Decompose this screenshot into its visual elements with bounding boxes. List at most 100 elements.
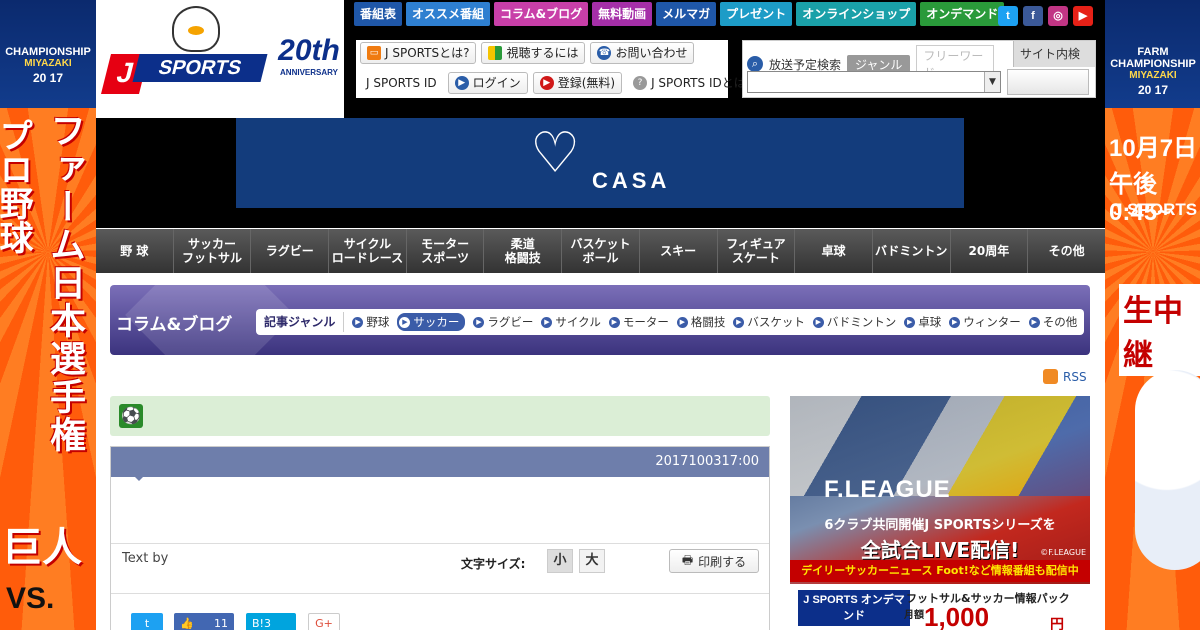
article-genre-bar: 記事ジャンル ▶ 野球 ▶ サッカー ▶ ラグビー ▶ サイクル ▶ モーター ▶ 格闘技 ▶ バスケット… <box>256 309 1084 335</box>
howto-link[interactable]: 視聴するには <box>481 42 586 64</box>
contact-link[interactable]: ☎ お問い合わせ <box>590 42 695 64</box>
category-nav-item[interactable]: バスケット ボール <box>562 229 640 273</box>
right-side-banner[interactable]: FARM CHAMPIONSHIP MIYAZAKI 20 17 10月7日 午… <box>1105 0 1200 630</box>
youtube-icon[interactable]: ▶ <box>1073 6 1093 26</box>
genre-link[interactable]: ▶ サイクル <box>541 314 601 330</box>
google-plus-button[interactable]: G+ <box>308 613 340 630</box>
banner-event-logo: CHAMPIONSHIP MIYAZAKI 20 17 <box>0 0 96 108</box>
category-nav-item[interactable]: 野 球 <box>96 229 174 273</box>
genre-link[interactable]: ▶ ラグビー <box>473 314 533 330</box>
divider <box>111 543 769 544</box>
banner-place-text: MIYAZAKI <box>24 58 72 69</box>
genre-link[interactable]: ▶ 野球 <box>352 314 389 330</box>
category-nav-item[interactable]: スキー <box>640 229 718 273</box>
banner-team-name: 巨人 <box>2 525 82 571</box>
top-nav-item[interactable]: オンラインショップ <box>796 2 917 26</box>
play-arrow-icon: ▶ <box>473 316 485 328</box>
category-nav-item[interactable]: サイクル ロードレース <box>329 229 407 273</box>
search-box: ⌕ 放送予定検索 ジャンル フリーワード サイト内検索 ▼ <box>742 40 1096 98</box>
fleague-ad[interactable]: F.LEAGUE 6クラブ共同開催J SPORTSシリーズを 全試合LIVE配信… <box>790 396 1090 630</box>
genre-link[interactable]: ▶ モーター <box>608 314 669 330</box>
fleague-logo: F.LEAGUE <box>824 476 951 503</box>
top-nav-item[interactable]: オンデマンド <box>920 2 1005 26</box>
casa-heart-icon: ♡ <box>530 121 581 186</box>
genre-link[interactable]: ▶ 卓球 <box>904 314 941 330</box>
register-button[interactable]: ▶ 登録(無料) <box>532 72 623 94</box>
about-link[interactable]: ▭ J SPORTSとは? <box>360 42 477 64</box>
login-arrow-icon: ▶ <box>454 76 469 90</box>
ad-per-month: 月額 <box>904 610 924 621</box>
genre-link-label: 格闘技 <box>690 315 726 329</box>
category-nav-item[interactable]: 卓球 <box>795 229 873 273</box>
category-nav-item[interactable]: フィギュア スケート <box>718 229 796 273</box>
site-search-tab[interactable]: サイト内検索 <box>1013 41 1095 87</box>
category-nav-item[interactable]: サッカー フットサル <box>174 229 252 273</box>
instagram-icon[interactable]: ◎ <box>1048 6 1068 26</box>
facebook-icon[interactable]: f <box>1023 6 1043 26</box>
left-side-banner[interactable]: CHAMPIONSHIP MIYAZAKI 20 17 プロ野球 ファーム日本選… <box>0 0 96 630</box>
contact-link-label: お問い合わせ <box>615 46 688 60</box>
hatena-count: B!3 <box>252 616 271 630</box>
play-arrow-icon: ▶ <box>608 316 620 328</box>
top-nav-item[interactable]: メルマガ <box>656 2 717 26</box>
id-about-link[interactable]: ? J SPORTS IDとは <box>627 72 752 94</box>
print-button[interactable]: 🖶 印刷する <box>669 549 759 573</box>
anniversary-number: 20th <box>278 34 340 67</box>
register-label: 登録(無料) <box>557 76 616 90</box>
category-nav-item[interactable]: 柔道 格闘技 <box>484 229 563 273</box>
genre-link[interactable]: ▶ バドミントン <box>812 314 896 330</box>
logo-area[interactable]: J SPORTS 20th ANNIVERSARY <box>96 0 344 118</box>
login-label: ログイン <box>472 76 521 90</box>
genre-link[interactable]: ▶ ウィンター <box>949 314 1021 330</box>
category-nav-item[interactable]: その他 <box>1028 229 1105 273</box>
category-nav-item[interactable]: モーター スポーツ <box>407 229 485 273</box>
mascot-image <box>1135 370 1200 570</box>
beginner-icon <box>488 46 503 60</box>
category-nav-item[interactable]: 20周年 <box>951 229 1029 273</box>
play-arrow-icon: ▶ <box>904 316 916 328</box>
category-nav-item[interactable]: バドミントン <box>873 229 951 273</box>
mascot-bird-icon <box>172 6 220 52</box>
print-label: 印刷する <box>698 554 747 569</box>
id-about-label: J SPORTS IDとは <box>651 76 746 90</box>
register-arrow-icon: ▶ <box>539 76 554 90</box>
banner-vs-text: VS. <box>6 582 55 615</box>
login-button[interactable]: ▶ ログイン <box>447 72 528 94</box>
top-nav-item[interactable]: コラム&ブログ <box>494 2 589 26</box>
genre-link-label: 野球 <box>366 315 390 329</box>
search-submit-button[interactable] <box>1007 69 1089 95</box>
article-date: 2017100317:00 <box>111 447 769 477</box>
top-nav-item[interactable]: 番組表 <box>354 2 403 26</box>
header-pointer <box>133 475 145 481</box>
help-icon: ? <box>633 76 648 90</box>
genre-link-label: 卓球 <box>918 315 942 329</box>
rss-label: RSS <box>1063 369 1087 384</box>
tweet-button[interactable]: t <box>131 613 163 630</box>
banner-title-line1: プロ野球 <box>0 118 33 254</box>
banner-event-text: FARM CHAMPIONSHIP <box>1110 46 1196 70</box>
like-button[interactable]: 👍 11 <box>174 613 234 630</box>
font-large-button[interactable]: 大 <box>579 549 605 573</box>
ad-line-1: 6クラブ共同開催J SPORTSシリーズを <box>824 518 1056 533</box>
ad-price: 1,000 <box>924 602 990 630</box>
genre-link-label: バスケット <box>747 315 805 329</box>
rss-link[interactable]: RSS <box>1043 369 1087 384</box>
genre-link[interactable]: ▶ その他 <box>1028 314 1077 330</box>
genre-bar-label: 記事ジャンル <box>260 312 345 332</box>
top-nav-item[interactable]: オススメ番組 <box>406 2 491 26</box>
genre-link[interactable]: ▶ バスケット <box>733 314 805 330</box>
schedule-select[interactable]: ▼ <box>747 71 1001 93</box>
genre-link[interactable]: ▶ 格闘技 <box>676 314 726 330</box>
top-nav-item[interactable]: プレゼント <box>720 2 793 26</box>
twitter-icon[interactable]: t <box>998 6 1018 26</box>
casa-banner-ad[interactable]: ♡ CASA <box>236 118 964 208</box>
jsports-logo[interactable]: J SPORTS <box>101 50 268 94</box>
info-row-2: J SPORTS ID ▶ ログイン ▶ 登録(無料) ? J SPORTS I… <box>360 72 752 94</box>
ad-line-3: デイリーサッカーニュース Foot!など情報番組も配信中 <box>790 560 1090 582</box>
category-nav-item[interactable]: ラグビー <box>251 229 330 273</box>
font-small-button[interactable]: 小 <box>547 549 573 573</box>
genre-link[interactable]: ▶ サッカー <box>397 313 466 331</box>
top-nav-item[interactable]: 無料動画 <box>592 2 653 26</box>
play-arrow-icon: ▶ <box>541 316 553 328</box>
hatena-bookmark-button[interactable]: B!3 <box>246 613 296 630</box>
